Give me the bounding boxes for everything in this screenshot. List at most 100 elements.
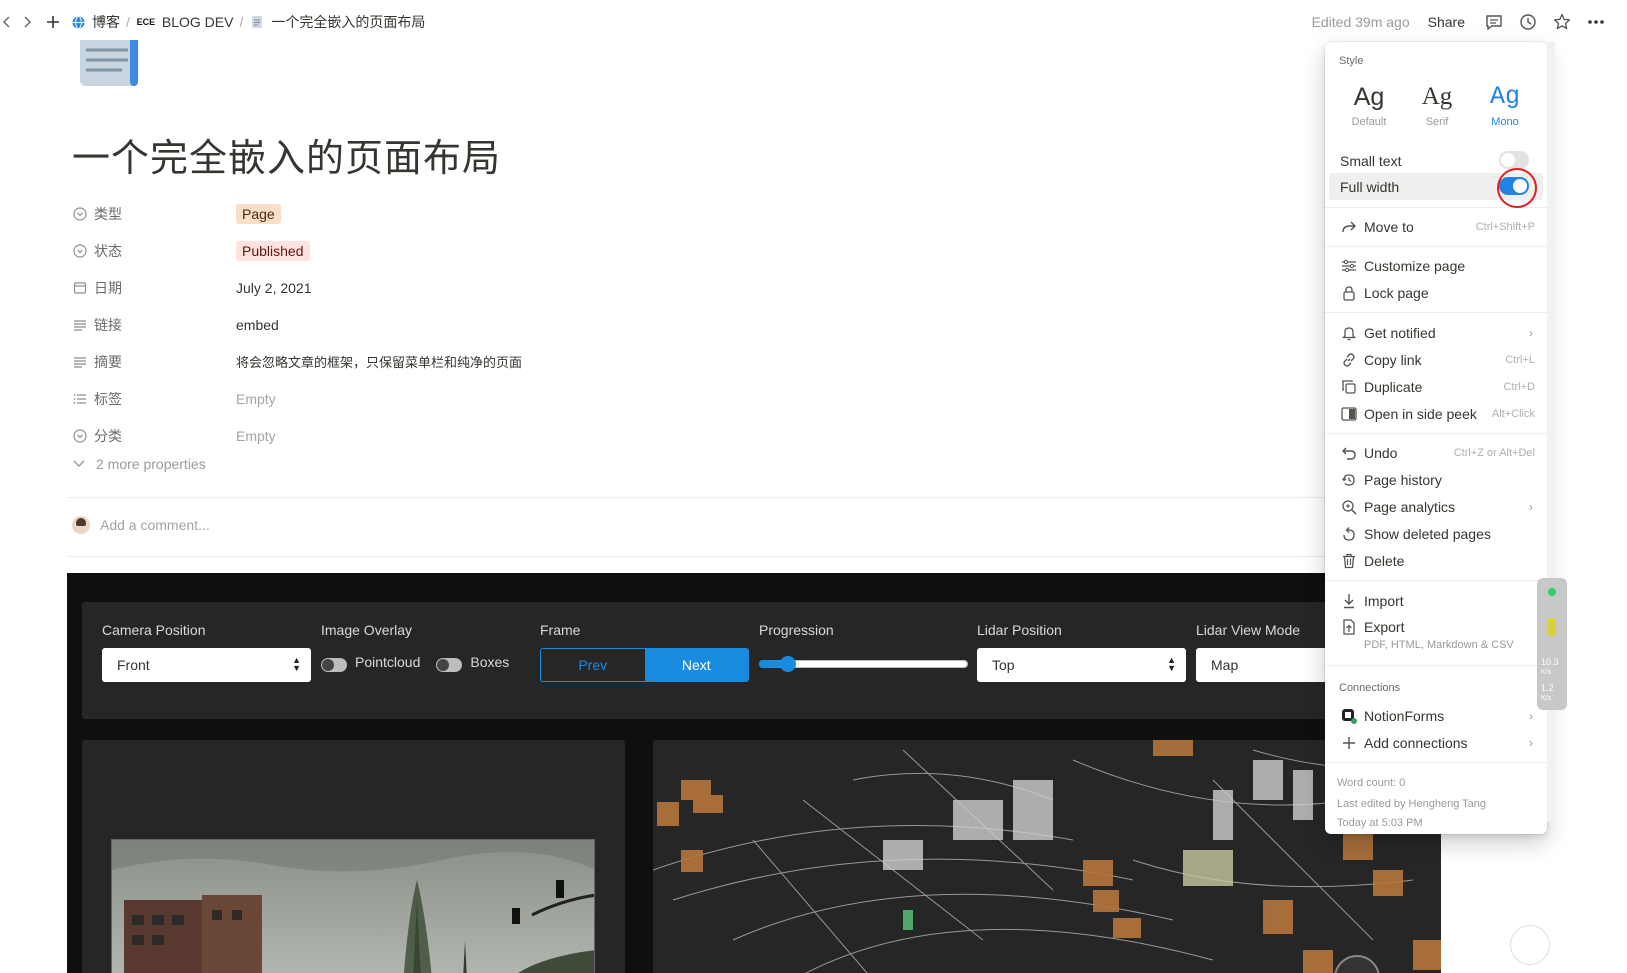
- highlight-annotation-circle: [1497, 168, 1537, 208]
- last-edited-time: Today at 5:03 PM: [1337, 817, 1423, 829]
- customize-page-item[interactable]: Customize page: [1329, 252, 1543, 279]
- property-value[interactable]: embed: [236, 317, 279, 333]
- connections-section-label: Connections: [1339, 682, 1401, 694]
- lidar-position-select[interactable]: Top ▲ ▼: [977, 648, 1186, 682]
- get-notified-item[interactable]: Get notified ›: [1329, 319, 1543, 346]
- property-value[interactable]: 将会忽略文章的框架，只保留菜单栏和纯净的页面: [236, 352, 522, 371]
- frame-buttons: Prev Next: [540, 648, 749, 682]
- undo-item[interactable]: Undo Ctrl+Z or Alt+Del: [1329, 439, 1543, 466]
- upload-unit: K/s: [1541, 695, 1552, 702]
- comments-icon[interactable]: [1477, 8, 1511, 36]
- style-serif-option[interactable]: Ag Serif: [1405, 80, 1469, 128]
- property-value[interactable]: Published: [236, 240, 310, 261]
- menu-divider: [1325, 580, 1547, 581]
- history-icon: [1340, 471, 1358, 489]
- download-speed: 10.3: [1541, 657, 1559, 667]
- share-button[interactable]: Share: [1428, 14, 1465, 30]
- property-label: 类型: [94, 205, 122, 222]
- notionforms-connection[interactable]: NotionForms ›: [1329, 702, 1543, 729]
- boxes-toggle[interactable]: [436, 658, 463, 672]
- forward-icon[interactable]: [14, 9, 40, 35]
- duplicate-item[interactable]: Duplicate Ctrl+D: [1329, 373, 1543, 400]
- export-item[interactable]: Export: [1329, 613, 1543, 640]
- lidar-position-control: Lidar Position Top ▲ ▼: [977, 622, 1186, 682]
- camera-panel: [82, 740, 625, 973]
- lidar-position-label: Lidar Position: [977, 622, 1062, 638]
- small-text-toggle[interactable]: [1499, 151, 1529, 169]
- overlay-toggles: Pointcloud Boxes: [321, 648, 509, 682]
- property-value[interactable]: Empty: [236, 391, 276, 407]
- lidar-position-value: Top: [992, 657, 1015, 673]
- new-page-icon[interactable]: [40, 9, 66, 35]
- property-value[interactable]: Page: [236, 203, 281, 224]
- page-title[interactable]: 一个完全嵌入的页面布局: [72, 127, 501, 182]
- open-side-peek-item[interactable]: Open in side peek Alt+Click: [1329, 400, 1543, 427]
- network-speed-widget: 10.3 K/s 1.2 K/s: [1537, 578, 1567, 710]
- property-row[interactable]: 分类 Empty: [72, 417, 672, 454]
- property-label: 链接: [94, 316, 122, 333]
- restore-icon: [1340, 525, 1358, 543]
- delete-item[interactable]: Delete: [1329, 547, 1543, 574]
- page-cover-icon[interactable]: [78, 30, 144, 90]
- page-analytics-item[interactable]: Page analytics ›: [1329, 493, 1543, 520]
- comment-input[interactable]: Add a comment...: [72, 516, 210, 534]
- export-file-icon: [1340, 618, 1358, 636]
- style-default-option[interactable]: Ag Default: [1337, 80, 1401, 128]
- property-row[interactable]: 链接 embed: [72, 306, 672, 343]
- style-default-label: Default: [1351, 116, 1387, 128]
- lock-page-label: Lock page: [1364, 284, 1429, 301]
- breadcrumb-label: 博客: [92, 14, 120, 30]
- side-peek-label: Open in side peek: [1364, 405, 1477, 422]
- more-properties-toggle[interactable]: 2 more properties: [72, 456, 206, 472]
- export-formats: PDF, HTML, Markdown & CSV: [1364, 639, 1514, 651]
- property-row[interactable]: 标签 Empty: [72, 380, 672, 417]
- property-value[interactable]: Empty: [236, 428, 276, 444]
- property-row[interactable]: 日期 July 2, 2021: [72, 269, 672, 306]
- lock-page-item[interactable]: Lock page: [1329, 279, 1543, 306]
- property-value[interactable]: July 2, 2021: [236, 280, 312, 296]
- property-row[interactable]: 状态 Published: [72, 232, 672, 269]
- property-row[interactable]: 类型 Page: [72, 195, 672, 232]
- menu-divider: [1325, 762, 1547, 763]
- edited-timestamp: Edited 39m ago: [1311, 14, 1410, 30]
- page-history-label: Page history: [1364, 471, 1442, 488]
- prev-button[interactable]: Prev: [541, 649, 645, 681]
- property-label: 状态: [94, 242, 122, 259]
- camera-position-select[interactable]: Front ▲ ▼: [102, 648, 311, 682]
- select-icon: [72, 428, 88, 444]
- move-arrow-icon: [1340, 218, 1358, 236]
- slider-thumb[interactable]: [780, 656, 796, 672]
- divider: [68, 556, 1348, 557]
- breadcrumb-item[interactable]: 一个完全嵌入的页面布局: [245, 12, 429, 32]
- favorite-star-icon[interactable]: [1545, 8, 1579, 36]
- add-connections-item[interactable]: Add connections ›: [1329, 729, 1543, 756]
- import-item[interactable]: Import: [1329, 587, 1543, 614]
- customize-page-label: Customize page: [1364, 257, 1466, 274]
- breadcrumb-item[interactable]: 博客: [66, 12, 124, 32]
- style-options: Ag Default Ag Serif Ag Mono: [1337, 80, 1537, 128]
- move-to-shortcut: Ctrl+Shift+P: [1475, 220, 1535, 233]
- back-icon[interactable]: [0, 9, 14, 35]
- duplicate-icon: [1340, 378, 1358, 396]
- progression-slider[interactable]: [759, 648, 968, 682]
- style-mono-option[interactable]: Ag Mono: [1473, 80, 1537, 128]
- type-tag: Page: [236, 203, 281, 224]
- history-clock-icon[interactable]: [1511, 8, 1545, 36]
- help-button[interactable]: [1510, 925, 1550, 965]
- word-count: Word count: 0: [1337, 777, 1406, 789]
- more-properties-label: 2 more properties: [96, 456, 206, 472]
- duplicate-label: Duplicate: [1364, 378, 1423, 395]
- notionforms-label: NotionForms: [1364, 707, 1445, 724]
- show-deleted-pages-item[interactable]: Show deleted pages: [1329, 520, 1543, 547]
- page-history-item[interactable]: Page history: [1329, 466, 1543, 493]
- more-options-icon[interactable]: [1579, 8, 1613, 36]
- breadcrumb-item[interactable]: ECE BLOG DEV: [132, 14, 238, 30]
- property-name: 标签: [72, 389, 236, 409]
- move-to-item[interactable]: Move to Ctrl+Shift+P: [1329, 213, 1543, 240]
- select-arrows-icon: ▲ ▼: [1167, 655, 1176, 673]
- next-button[interactable]: Next: [644, 649, 748, 681]
- property-row[interactable]: 摘要 将会忽略文章的框架，只保留菜单栏和纯净的页面: [72, 343, 672, 380]
- copy-link-item[interactable]: Copy link Ctrl+L: [1329, 346, 1543, 373]
- pointcloud-toggle[interactable]: [321, 658, 347, 672]
- camera-position-control: Camera Position Front ▲ ▼: [102, 622, 311, 682]
